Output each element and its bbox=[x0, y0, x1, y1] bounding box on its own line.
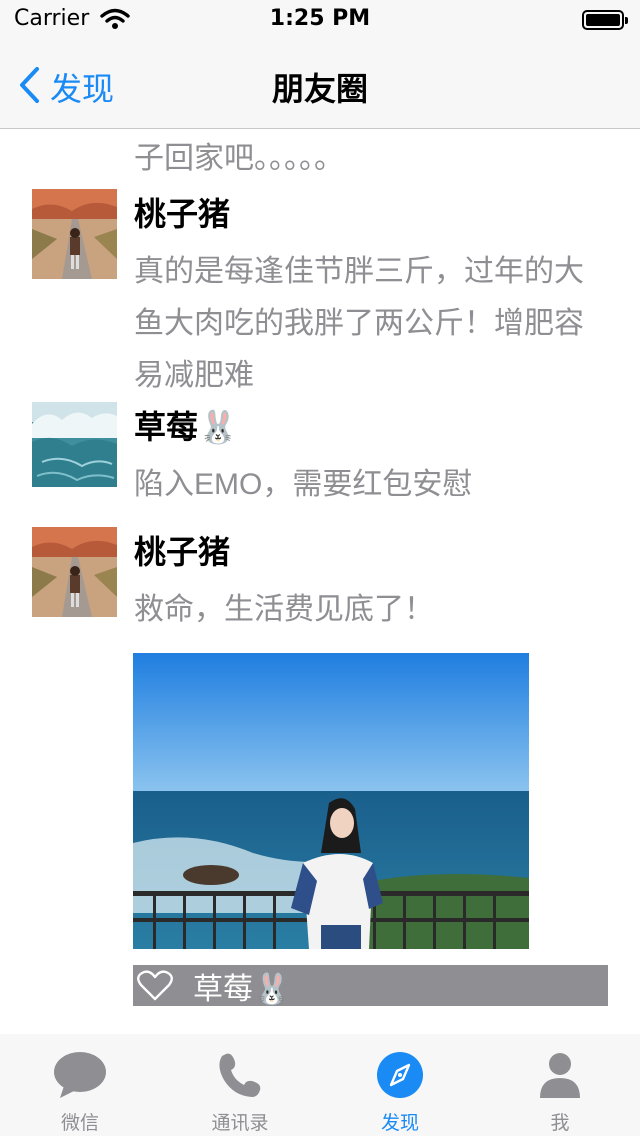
post-username[interactable]: 草莓🐰 bbox=[134, 402, 238, 448]
page-title: 朋友圈 bbox=[271, 71, 368, 107]
tab-label: 微信 bbox=[60, 1112, 99, 1134]
post-text: 救命，生活费见底了！ bbox=[134, 593, 434, 626]
tab-label: 我 bbox=[550, 1112, 570, 1134]
heart-icon[interactable] bbox=[137, 969, 173, 1002]
status-time: 1:25 PM bbox=[269, 6, 371, 31]
partial-post-text: 子回家吧。。。。。 bbox=[134, 141, 344, 176]
tab-wechat[interactable]: 微信 bbox=[0, 1034, 160, 1136]
post-text: 真的是每逢佳节胖三斤，过年的大鱼大肉吃的我胖了两公斤！增肥容易减肥难 bbox=[134, 255, 584, 392]
tab-label: 发现 bbox=[380, 1112, 419, 1134]
post-username[interactable]: 桃子猪 bbox=[134, 189, 230, 235]
chat-bubble-icon bbox=[52, 1050, 108, 1100]
moments-feed[interactable]: 子回家吧。。。。。 桃子猪 真的是每逢佳节胖三斤，过年的大鱼大肉吃的我胖了两公斤… bbox=[0, 129, 640, 1034]
battery-icon bbox=[582, 10, 628, 30]
phone-icon bbox=[212, 1050, 268, 1100]
compass-icon bbox=[372, 1050, 428, 1100]
avatar[interactable] bbox=[32, 189, 117, 279]
liker-name[interactable]: 草莓🐰 bbox=[193, 964, 290, 1008]
navigation-bar: 发现 朋友圈 bbox=[0, 40, 640, 129]
tab-bar: 微信 通讯录 发现 我 bbox=[0, 1034, 640, 1136]
post-photo[interactable] bbox=[133, 653, 529, 949]
avatar[interactable] bbox=[32, 527, 117, 617]
post-text: 陷入EMO，需要红包安慰 bbox=[134, 468, 473, 501]
post-username[interactable]: 桃子猪 bbox=[134, 527, 230, 573]
status-bar: Carrier 1:25 PM bbox=[0, 0, 640, 40]
likes-bar: 草莓🐰 bbox=[133, 965, 608, 1006]
tab-contacts[interactable]: 通讯录 bbox=[160, 1034, 320, 1136]
avatar[interactable] bbox=[32, 402, 117, 487]
tab-me[interactable]: 我 bbox=[480, 1034, 640, 1136]
person-icon bbox=[532, 1050, 588, 1100]
tab-label: 通讯录 bbox=[211, 1112, 269, 1134]
tab-discover[interactable]: 发现 bbox=[320, 1034, 480, 1136]
